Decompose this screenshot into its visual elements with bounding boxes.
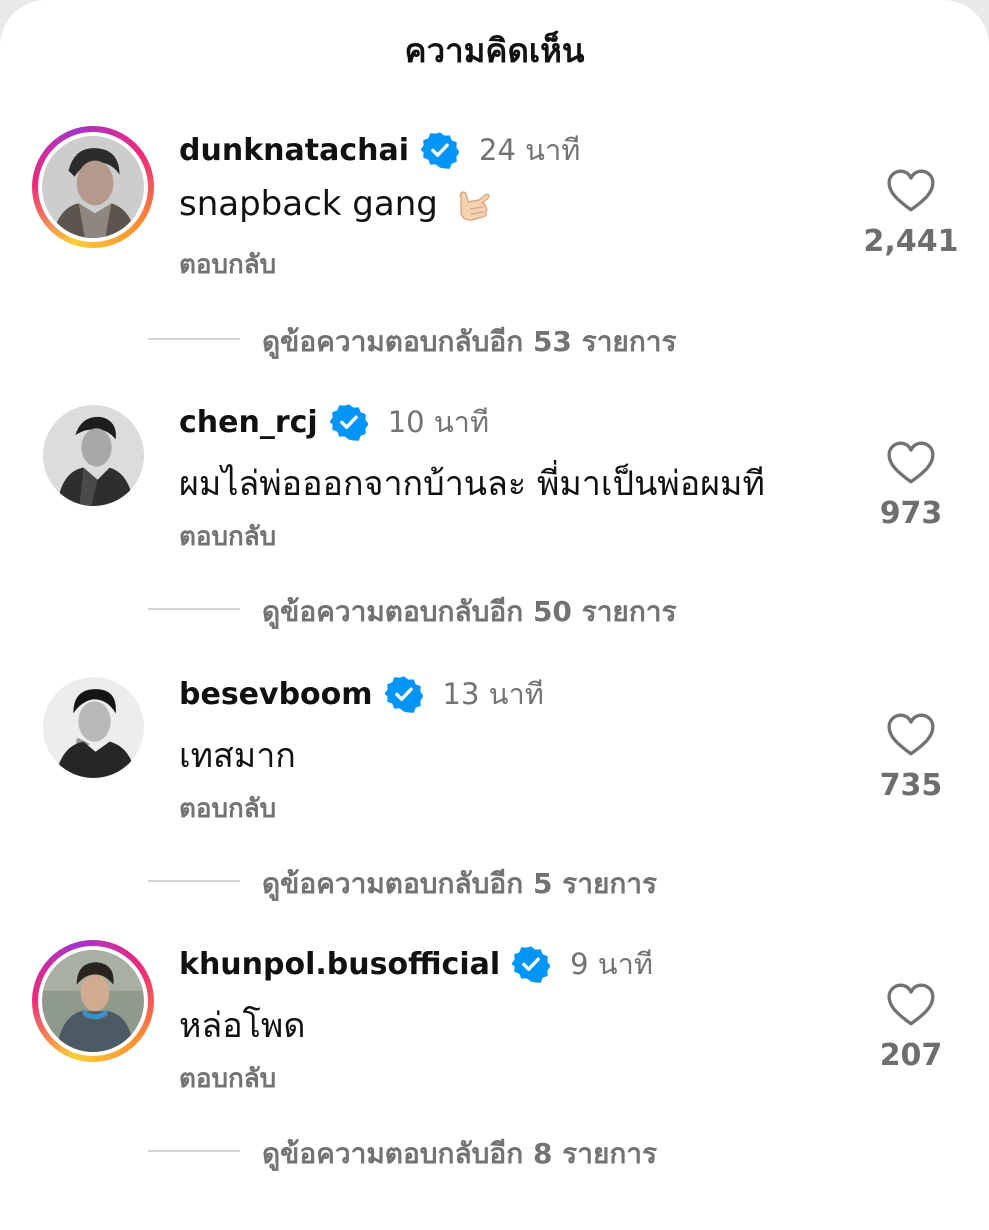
like-count: 973 [879,496,943,531]
verified-badge-icon [384,675,423,713]
comment-text: หล่อโพด [179,1006,306,1046]
username[interactable]: dunknatachai [179,133,409,168]
view-more-replies[interactable]: ดูข้อความตอบกลับอีก 53 รายการ [0,318,989,358]
view-more-replies[interactable]: ดูข้อความตอบกลับอีก 8 รายการ [0,1130,989,1170]
avatar-story-ring[interactable] [32,126,154,248]
username[interactable]: khunpol.busofficial [179,947,500,982]
reply-button[interactable]: ตอบกลับ [179,516,276,557]
reply-button[interactable]: ตอบกลับ [179,1058,276,1099]
comment-text: snapback gang [179,184,438,224]
comment-time: 10 นาที [387,405,490,439]
reply-button[interactable]: ตอบกลับ [179,244,276,285]
divider-line [148,338,240,340]
view-more-replies[interactable]: ดูข้อความตอบกลับอีก 50 รายการ [0,588,989,628]
like-count: 207 [879,1038,943,1073]
comment-time: 9 นาที [570,947,654,981]
comments-sheet: ความคิดเห็น dunknatachai 24 นาที snapbac… [0,0,989,1230]
username[interactable]: chen_rcj [179,405,318,440]
comment-text: เทสมาก [179,736,296,776]
verified-badge-icon [329,403,368,441]
comment-time: 24 นาที [479,133,581,167]
call-me-hand-icon [452,184,492,224]
avatar[interactable] [43,677,144,778]
comment-text: ผมไล่พ่อออกจากบ้านละ พี่มาเป็นพ่อผมที [179,464,765,504]
heart-outline-icon[interactable] [886,982,936,1028]
sheet-title: ความคิดเห็น [404,31,585,70]
view-more-replies-label[interactable]: ดูข้อความตอบกลับอีก 5 รายการ [262,862,657,906]
comment-item: dunknatachai 24 นาที snapback gang ตอบกล… [0,126,989,296]
divider-line [148,880,240,882]
reply-button[interactable]: ตอบกลับ [179,788,276,829]
view-more-replies-label[interactable]: ดูข้อความตอบกลับอีก 53 รายการ [262,320,677,364]
avatar [42,136,144,238]
comment-item: khunpol.busofficial 9 นาที หล่อโพด ตอบกล… [0,940,989,1110]
heart-outline-icon[interactable] [886,168,936,214]
username[interactable]: besevboom [179,677,373,712]
avatar-story-ring[interactable] [32,940,154,1062]
avatar[interactable] [43,405,144,506]
comment-time: 13 นาที [442,677,544,711]
heart-outline-icon[interactable] [886,440,936,486]
verified-badge-icon [512,945,551,983]
divider-line [148,1150,240,1152]
view-more-replies-label[interactable]: ดูข้อความตอบกลับอีก 8 รายการ [262,1132,657,1176]
heart-outline-icon[interactable] [886,712,936,758]
divider-line [148,608,240,610]
like-count: 735 [879,768,943,803]
like-count: 2,441 [863,224,959,259]
view-more-replies-label[interactable]: ดูข้อความตอบกลับอีก 50 รายการ [262,590,677,634]
avatar [42,950,144,1052]
comment-item: besevboom 13 นาที เทสมาก ตอบกลับ 735 [0,670,989,840]
comment-item: chen_rcj 10 นาที ผมไล่พ่อออกจากบ้านละ พี… [0,398,989,568]
verified-badge-icon [421,131,459,169]
view-more-replies[interactable]: ดูข้อความตอบกลับอีก 5 รายการ [0,860,989,900]
